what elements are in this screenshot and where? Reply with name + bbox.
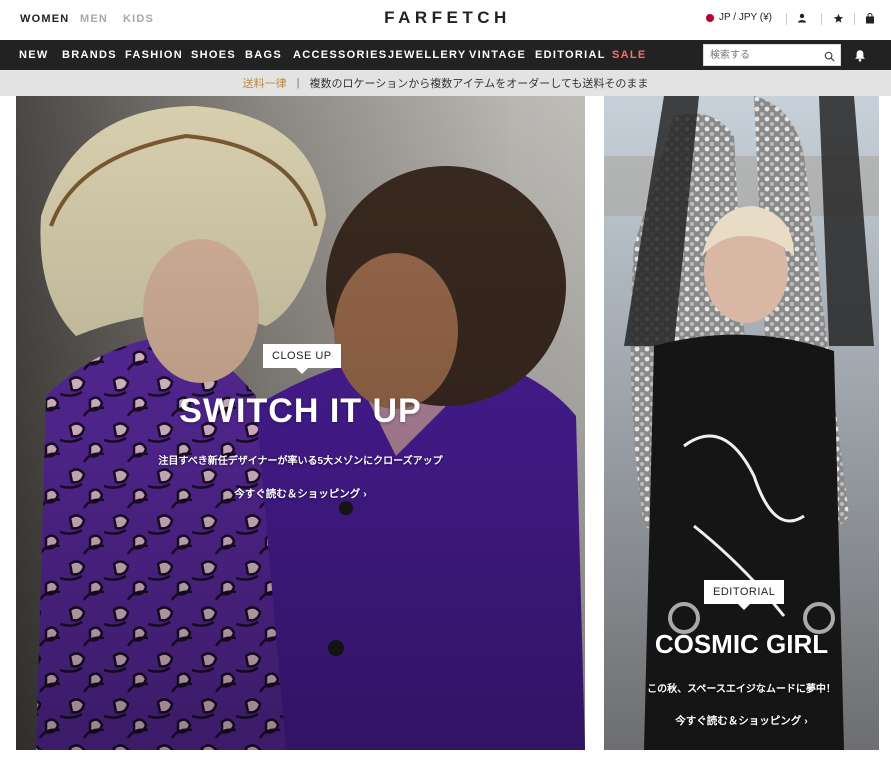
promo-separator: |	[296, 77, 300, 89]
bag-icon[interactable]	[863, 11, 877, 25]
nav-item-jewellery[interactable]: JEWELLERY	[388, 49, 467, 61]
nav-item-bags[interactable]: BAGS	[245, 49, 282, 61]
search-input[interactable]	[704, 45, 814, 66]
japan-flag-icon	[706, 13, 714, 22]
nav-item-brands[interactable]: BRANDS	[62, 49, 117, 61]
divider	[854, 13, 855, 25]
hero-title: SWITCH IT UP	[179, 392, 422, 430]
promo-text: 複数のロケーションから複数アイテムをオーダーしても送料そのまま	[309, 78, 649, 90]
nav-item-vintage[interactable]: VINTAGE	[469, 49, 526, 61]
hero-cta-read-shop[interactable]: 今すぐ読む＆ショッピング ›	[16, 486, 585, 501]
nav-item-sale[interactable]: SALE	[612, 49, 647, 61]
promo-title: 送料一律	[242, 78, 287, 90]
nav-item-new[interactable]: NEW	[19, 49, 49, 61]
account-icon[interactable]	[795, 11, 809, 25]
nav-item-editorial[interactable]: EDITORIAL	[535, 49, 606, 61]
promo-banner[interactable]: 送料一律 | 複数のロケーションから複数アイテムをオーダーしても送料そのまま	[0, 70, 891, 96]
logo-text: FARFETCH	[384, 8, 511, 27]
hero-banner-switch-it-up[interactable]: CLOSE UP SWITCH IT UP 注目すべき新任デザイナーが率いる5大…	[16, 96, 585, 750]
category-tag-close-up: CLOSE UP	[263, 344, 341, 374]
category-tag-editorial: EDITORIAL	[704, 580, 785, 610]
main-nav: NEW BRANDS FASHION SHOES BAGS ACCESSORIE…	[0, 40, 891, 70]
hero-subtitle: この秋、スペースエイジなムードに夢中！	[647, 684, 836, 695]
wishlist-star-icon[interactable]	[831, 11, 845, 25]
hero-subtitle: 注目すべき新任デザイナーが率いる5大メゾンにクローズアップ	[158, 456, 443, 467]
nav-item-fashion[interactable]: FASHION	[125, 49, 183, 61]
divider	[821, 13, 822, 25]
divider	[786, 13, 787, 25]
hero-banner-cosmic-girl[interactable]: EDITORIAL COSMIC GIRL この秋、スペースエイジなムードに夢中…	[604, 96, 879, 750]
top-bar: WOMEN MEN KIDS FARFETCH JP / JPY (¥)	[0, 0, 891, 40]
search-icon[interactable]	[824, 49, 835, 67]
hero-title: COSMIC GIRL	[654, 629, 829, 659]
region-label: JP / JPY (¥)	[719, 12, 772, 23]
nav-item-shoes[interactable]: SHOES	[191, 49, 236, 61]
notification-bell-icon[interactable]	[854, 49, 866, 67]
search-box	[703, 44, 841, 66]
hero-cta-read-shop[interactable]: 今すぐ読む＆ショッピング ›	[604, 713, 879, 728]
region-currency-selector[interactable]: JP / JPY (¥)	[706, 12, 772, 23]
nav-item-accessories[interactable]: ACCESSORIES	[293, 49, 387, 61]
